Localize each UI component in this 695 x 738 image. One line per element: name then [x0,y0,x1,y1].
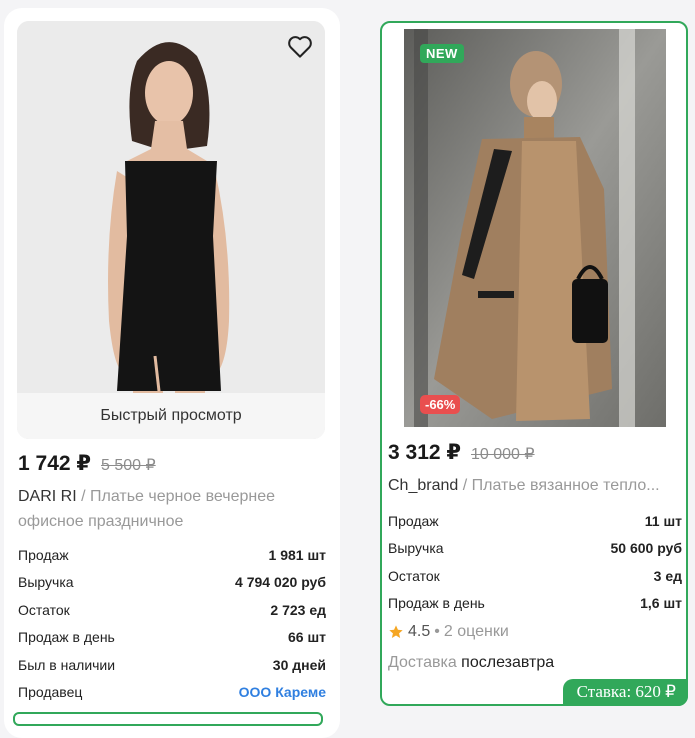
stat-row-revenue: Выручка 50 600 руб [388,540,682,557]
old-price: 10 000 ₽ [471,446,535,463]
rating-separator: • [434,623,440,640]
product-title[interactable]: DARI RI / Платье черное вечернее офисное… [18,484,318,534]
stat-row-in-stock-days: Был в наличии 30 дней [18,656,326,673]
delivery-label: Доставка [388,654,457,671]
favorite-heart-icon[interactable] [285,31,315,61]
discount-badge: -66% [420,395,461,414]
dress-photo [17,21,325,439]
product-title[interactable]: Ch_brand / Платье вязанное тепло... [388,473,684,498]
price-row: 1 742 ₽ 5 500 ₽ [18,451,156,476]
review-count[interactable]: 2 оценки [444,623,509,641]
delivery-info: Доставка послезавтра [388,654,554,672]
stat-row-sales-per-day: Продаж в день 1,6 шт [388,595,682,612]
rating[interactable]: 4.5 • 2 оценки [388,623,509,641]
current-price: 3 312 ₽ [388,441,461,464]
stat-row-sales-per-day: Продаж в день 66 шт [18,629,326,646]
knit-dress-photo [404,29,666,427]
price-row: 3 312 ₽ 10 000 ₽ [388,440,535,465]
product-image[interactable]: Быстрый просмотр [17,21,325,439]
stat-row-stock: Остаток 3 ед [388,567,682,584]
brand-name[interactable]: DARI RI [18,488,77,505]
old-price: 5 500 ₽ [101,457,156,474]
stat-row-stock: Остаток 2 723 ед [18,601,326,618]
stat-row-sales: Продаж 11 шт [388,512,682,529]
card-1-action-button-edge[interactable] [13,712,323,726]
rating-value: 4.5 [408,623,431,640]
stat-row-seller: Продавец ООО Кареме [18,684,326,701]
product-card-1[interactable]: Быстрый просмотр 1 742 ₽ 5 500 ₽ DARI RI… [4,8,340,738]
quick-view-button[interactable]: Быстрый просмотр [17,393,325,439]
current-price: 1 742 ₽ [18,452,91,475]
new-badge: NEW [420,44,464,63]
product-card-2[interactable]: NEW -66% 3 312 ₽ 10 000 ₽ Ch_brand / Пла… [380,21,688,706]
brand-name[interactable]: Ch_brand [388,477,458,494]
delivery-value: послезавтра [461,654,555,671]
star-icon [389,625,403,638]
product-name[interactable]: / Платье вязанное тепло... [458,477,660,494]
stat-row-revenue: Выручка 4 794 020 руб [18,574,326,591]
product-image[interactable]: NEW -66% [404,29,666,427]
stat-row-sales: Продаж 1 981 шт [18,546,326,563]
bid-badge: Ставка: 620 ₽ [562,679,688,706]
seller-link[interactable]: ООО Кареме [239,684,326,700]
stats-list: Продаж 11 шт Выручка 50 600 руб Остаток 3 е… [388,507,682,617]
stats-list: Продаж 1 981 шт Выручка 4 794 020 руб Оста… [18,541,326,706]
